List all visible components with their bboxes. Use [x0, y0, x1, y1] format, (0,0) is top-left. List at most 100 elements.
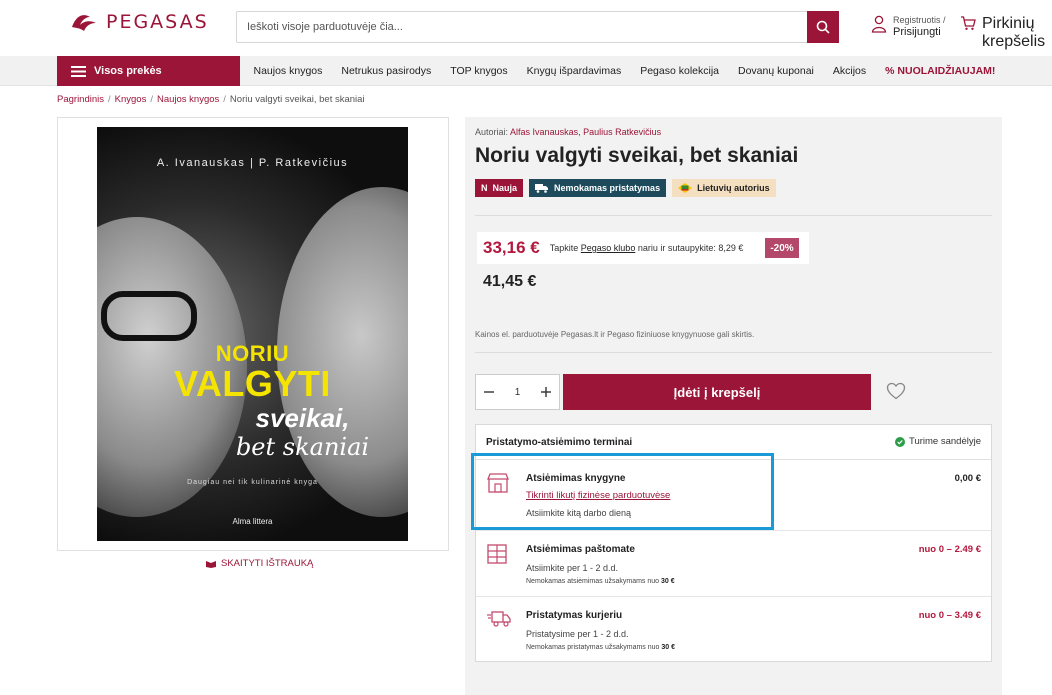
delivery-title: Pristatymo-atsiėmimo terminai: [486, 437, 633, 448]
divider: [475, 215, 992, 216]
truck-icon: [535, 184, 549, 193]
main-nav: Visos prekės Naujos knygos Netrukus pasi…: [0, 56, 1052, 86]
breadcrumb-books[interactable]: Knygos: [115, 94, 147, 105]
delivery-option-free-note: Nemokamas pristatymas užsakymams nuo 30 …: [526, 644, 675, 651]
cover-publisher: Alma littera: [232, 517, 273, 526]
divider: [475, 352, 992, 353]
delivery-option-price: nuo 0 – 2.49 €: [918, 544, 981, 555]
club-price-box: 33,16 € Tapkite Pegaso klubo nariu ir su…: [477, 232, 809, 264]
cart-label-top: Pirkinių: [982, 15, 1035, 32]
minus-icon: [484, 391, 494, 393]
search-input[interactable]: [237, 12, 807, 42]
product-image-box: A. Ivanauskas | P. Ratkevičius NORIU VAL…: [57, 117, 449, 551]
cart-link[interactable]: Pirkinių krepšelis: [960, 15, 1045, 51]
delivery-option-free-note: Nemokamas atsiėmimas užsakymams nuo 30 €: [526, 578, 675, 585]
search-bar: [236, 11, 839, 43]
add-to-cart-button[interactable]: Įdėti į krepšelį: [563, 374, 871, 410]
price-note: Kainos el. parduotuvėje Pegasas.lt ir Pe…: [475, 330, 755, 339]
lithuanian-flag-icon: [678, 183, 693, 193]
site-header: PEGASAS Registruotis / Prisijungti Pirki…: [0, 0, 1052, 56]
quantity-stepper: 1: [475, 374, 560, 410]
cover-subtitle: Daugiau nei tik kulinarinė knyga: [187, 479, 318, 486]
discount-badge: -20%: [765, 238, 799, 258]
badge-free-shipping: Nemokamas pristatymas: [529, 179, 667, 197]
breadcrumb-current: Noriu valgyti sveikai, bet skaniai: [229, 94, 365, 105]
read-excerpt-link[interactable]: SKAITYTI IŠTRAUKĄ: [205, 558, 313, 569]
breadcrumb: Pagrindinis / Knygos / Naujos knygos / Noriu v…: [57, 94, 365, 105]
cover-title-line3: sveikai,: [255, 403, 350, 433]
book-open-icon: [206, 561, 216, 568]
pegasas-logo[interactable]: PEGASAS: [70, 11, 209, 33]
search-button[interactable]: [807, 11, 839, 43]
register-link[interactable]: Registruotis /: [893, 15, 946, 26]
cover-title-line2: VALGYTI: [174, 363, 331, 404]
authors-line: Autoriai: Alfas Ivanauskas, Paulius Ratk…: [475, 127, 661, 137]
badge-lithuanian-author: Lietuvių autorius: [672, 179, 776, 197]
regular-price: 41,45 €: [483, 273, 537, 290]
badge-new: N Nauja: [475, 179, 524, 197]
club-offer-text: Tapkite Pegaso klubo nariu ir sutaupykit…: [550, 243, 744, 253]
nav-coming-soon[interactable]: Netrukus pasirodys: [332, 65, 441, 77]
free-note-text: Nemokamas pristatymas užsakymams nuo: [526, 644, 660, 651]
new-icon: N: [481, 183, 488, 193]
quantity-input[interactable]: 1: [502, 375, 533, 409]
badge-lithuanian-author-label: Lietuvių autorius: [697, 183, 770, 193]
club-price: 33,16 €: [483, 238, 540, 257]
book-cover-image[interactable]: A. Ivanauskas | P. Ratkevičius NORIU VAL…: [97, 127, 408, 541]
club-link[interactable]: Pegaso klubo: [581, 243, 636, 253]
heart-icon: [886, 382, 906, 400]
cover-authors: A. Ivanauskas | P. Ratkevičius: [156, 157, 349, 169]
quantity-increase-button[interactable]: [533, 375, 559, 409]
all-products-label: Visos prekės: [94, 65, 162, 77]
nav-links: Naujos knygos Netrukus pasirodys TOP kny…: [244, 56, 1005, 86]
account-link[interactable]: Registruotis / Prisijungti: [871, 15, 946, 39]
logo-text: PEGASAS: [106, 11, 209, 33]
plus-icon: [541, 387, 551, 397]
stock-status-label: Turime sandėlyje: [909, 436, 981, 447]
quantity-decrease-button[interactable]: [476, 375, 502, 409]
breadcrumb-new-books[interactable]: Naujos knygos: [157, 94, 219, 105]
delivery-option-timing: Pristatysime per 1 - 2 d.d.: [526, 629, 629, 639]
authors-label: Autoriai:: [475, 127, 509, 137]
cover-glasses: [101, 291, 197, 341]
cover-title-line4: bet skaniai: [235, 433, 370, 461]
delivery-option-name: Atsiėmimas paštomate: [526, 544, 635, 555]
nav-discounts[interactable]: % NUOLAIDŽIAUJAM!: [876, 65, 1005, 77]
free-note-text: Nemokamas atsiėmimas užsakymams nuo: [526, 578, 660, 585]
product-title: Noriu valgyti sveikai, bet skaniai: [475, 144, 799, 167]
nav-new-books[interactable]: Naujos knygos: [244, 65, 332, 77]
cart-label-bottom: krepšelis: [982, 33, 1046, 50]
cart-icon: [961, 16, 976, 30]
menu-icon: [71, 65, 86, 77]
stock-status: Turime sandėlyje: [895, 436, 981, 447]
login-link[interactable]: Prisijungti: [893, 26, 946, 39]
delivery-option-price: nuo 0 – 3.49 €: [918, 610, 981, 621]
product-info-panel: Autoriai: Alfas Ivanauskas, Paulius Ratk…: [465, 117, 1002, 695]
breadcrumb-home[interactable]: Pagrindinis: [57, 94, 104, 105]
search-icon: [816, 20, 830, 34]
delivery-option-name: Pristatymas kurjeriu: [526, 610, 623, 621]
user-icon: [871, 15, 887, 33]
nav-gift-vouchers[interactable]: Dovanų kuponai: [729, 65, 824, 77]
delivery-option-parcel-locker[interactable]: Atsiėmimas paštomate nuo 0 – 2.49 € Atsi…: [476, 531, 991, 597]
nav-book-sale[interactable]: Knygų išpardavimas: [517, 65, 631, 77]
delivery-option-timing: Atsiimkite per 1 - 2 d.d.: [526, 563, 619, 573]
delivery-option-courier[interactable]: Pristatymas kurjeriu nuo 0 – 3.49 € Pris…: [476, 597, 991, 661]
all-products-button[interactable]: Visos prekės: [57, 56, 240, 86]
nav-pegasas-collection[interactable]: Pegaso kolekcija: [631, 65, 729, 77]
wishlist-button[interactable]: [886, 382, 906, 405]
read-excerpt-label: SKAITYTI IŠTRAUKĄ: [221, 558, 314, 569]
check-circle-icon: [895, 436, 906, 447]
nav-promotions[interactable]: Akcijos: [823, 65, 875, 77]
badge-new-label: Nauja: [492, 183, 518, 193]
club-text-pre: Tapkite: [549, 243, 579, 253]
pegasus-icon: [72, 15, 96, 31]
free-note-threshold: 30 €: [661, 578, 675, 585]
authors-link[interactable]: Alfas Ivanauskas, Paulius Ratkevičius: [510, 127, 661, 137]
courier-truck-icon: [487, 611, 511, 627]
free-note-threshold: 30 €: [661, 644, 676, 651]
badge-free-shipping-label: Nemokamas pristatymas: [554, 183, 661, 193]
highlight-box: [471, 453, 774, 530]
club-text-post: nariu ir sutaupykite: 8,29 €: [637, 243, 744, 253]
nav-top-books[interactable]: TOP knygos: [441, 65, 517, 77]
